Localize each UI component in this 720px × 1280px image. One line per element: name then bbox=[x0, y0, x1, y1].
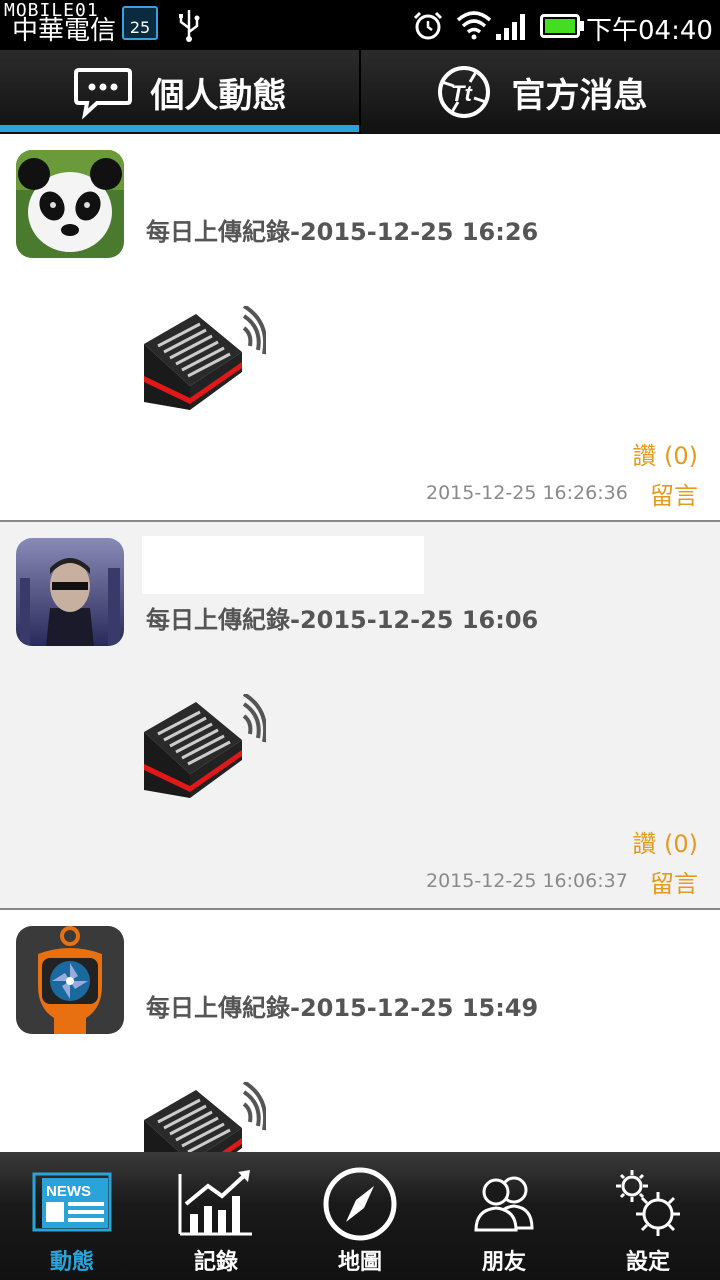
feed-item[interactable]: 每日上傳紀錄-2015-12-25 15:49 bbox=[0, 910, 720, 1152]
tab-label: 個人動態 bbox=[150, 75, 287, 116]
man-avatar-icon bbox=[16, 538, 124, 646]
post-title: 每日上傳紀錄-2015-12-25 16:26 bbox=[146, 218, 539, 246]
tab-bar: 個人動態 Tt 官方消息 bbox=[0, 50, 720, 134]
feed-item[interactable]: 每日上傳紀錄-2015-12-25 16:26 讚 (0) 2015-12-25… bbox=[0, 134, 720, 522]
svg-text:Tt: Tt bbox=[451, 81, 473, 106]
like-button[interactable]: 讚 (0) bbox=[632, 436, 698, 471]
compass-icon bbox=[323, 1167, 397, 1241]
panda-avatar-icon bbox=[16, 150, 124, 258]
avatar[interactable] bbox=[16, 150, 124, 258]
sensor-device-icon bbox=[144, 306, 266, 410]
nav-item-news[interactable]: NEWS 動態 bbox=[0, 1152, 144, 1280]
feed-list[interactable]: 每日上傳紀錄-2015-12-25 16:26 讚 (0) 2015-12-25… bbox=[0, 134, 720, 1152]
wifi-icon bbox=[456, 11, 492, 40]
nav-item-settings[interactable]: 設定 bbox=[576, 1152, 720, 1280]
sensor-device-icon bbox=[144, 694, 266, 798]
nav-label: 設定 bbox=[625, 1250, 670, 1275]
avatar[interactable] bbox=[16, 926, 124, 1034]
alarm-icon bbox=[413, 11, 443, 40]
gear-icon bbox=[616, 1170, 680, 1236]
post-title: 每日上傳紀錄-2015-12-25 15:49 bbox=[146, 994, 539, 1022]
nav-label: 朋友 bbox=[481, 1250, 526, 1275]
calendar-icon: 25 bbox=[122, 6, 158, 40]
bottom-navigation: NEWS 動態 記錄 地圖 朋友 設定 bbox=[0, 1152, 720, 1280]
comment-button[interactable]: 留言 bbox=[650, 476, 698, 511]
nav-item-map[interactable]: 地圖 bbox=[288, 1152, 432, 1280]
post-timestamp: 2015-12-25 16:26:36 bbox=[426, 482, 628, 504]
avatar[interactable] bbox=[16, 538, 124, 646]
chart-icon bbox=[178, 1170, 252, 1236]
comment-button[interactable]: 留言 bbox=[650, 864, 698, 899]
sensor-device-icon bbox=[144, 1082, 266, 1152]
feed-item[interactable]: 每日上傳紀錄-2015-12-25 16:06 讚 (0) 2015-12-25… bbox=[0, 522, 720, 910]
watermark: MOBILE01 bbox=[4, 0, 99, 21]
tab-official-news[interactable]: Tt 官方消息 bbox=[361, 50, 720, 134]
like-button[interactable]: 讚 (0) bbox=[632, 824, 698, 859]
redacted-username bbox=[142, 536, 424, 594]
usb-icon bbox=[179, 10, 200, 42]
active-tab-indicator bbox=[0, 125, 359, 132]
tt-logo-icon: Tt bbox=[437, 66, 490, 118]
status-bar: 中華電信 MOBILE01 25 下午04:40 bbox=[0, 0, 720, 50]
news-icon: NEWS bbox=[32, 1172, 112, 1232]
battery-icon bbox=[540, 14, 584, 38]
signal-icon bbox=[496, 14, 525, 40]
nav-label: 記錄 bbox=[193, 1250, 238, 1275]
nav-label: 動態 bbox=[49, 1250, 94, 1275]
svg-text:NEWS: NEWS bbox=[46, 1183, 91, 1200]
clock: 下午04:40 bbox=[586, 16, 713, 46]
friends-icon bbox=[474, 1176, 534, 1232]
tab-label: 官方消息 bbox=[511, 75, 648, 116]
chat-bubble-icon bbox=[73, 68, 132, 120]
nav-label: 地圖 bbox=[337, 1250, 382, 1275]
fan-device-avatar-icon bbox=[16, 926, 124, 1034]
post-title: 每日上傳紀錄-2015-12-25 16:06 bbox=[146, 606, 539, 634]
nav-item-friends[interactable]: 朋友 bbox=[432, 1152, 576, 1280]
nav-item-records[interactable]: 記錄 bbox=[144, 1152, 288, 1280]
tab-personal-feed[interactable]: 個人動態 bbox=[0, 50, 359, 134]
post-timestamp: 2015-12-25 16:06:37 bbox=[426, 870, 628, 892]
